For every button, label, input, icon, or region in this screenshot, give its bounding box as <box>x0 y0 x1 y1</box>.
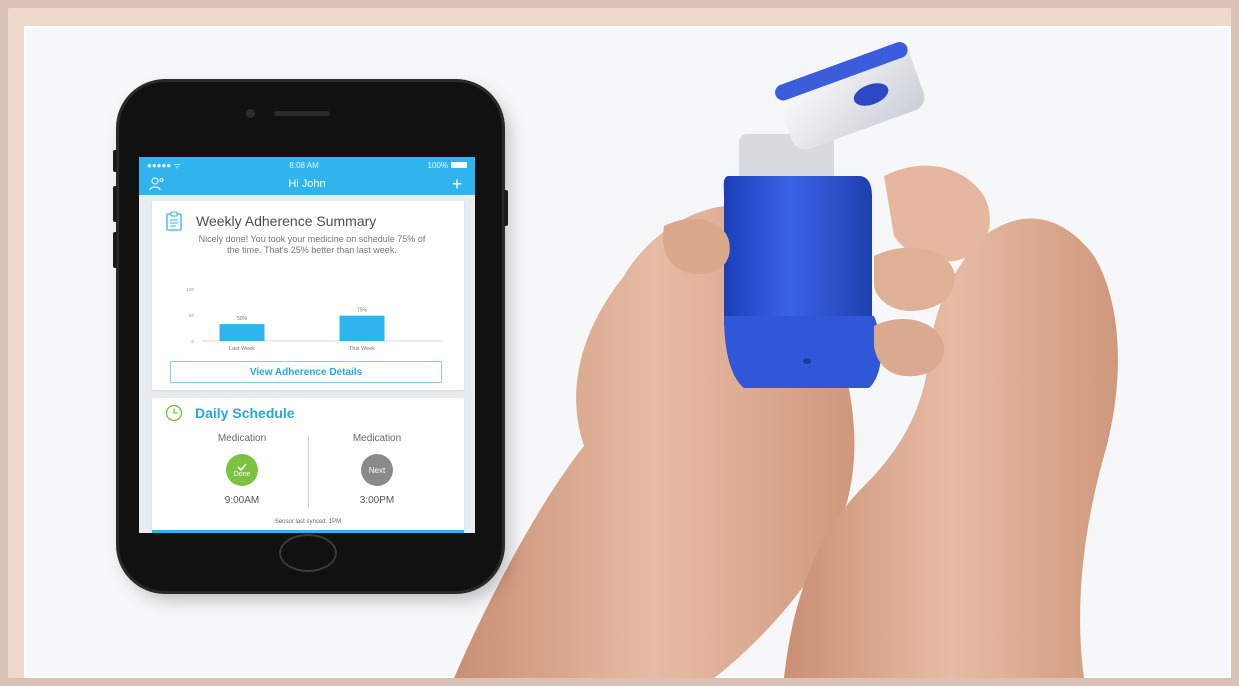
battery-indicator: 100% <box>428 161 467 170</box>
dose-status: Done <box>233 470 251 478</box>
y-tick-label: 50 <box>189 313 195 318</box>
view-adherence-details-button[interactable]: View Adherence Details <box>170 361 442 383</box>
bar <box>219 324 265 341</box>
volume-down-button <box>113 232 117 268</box>
profile-icon[interactable] <box>148 176 166 192</box>
dose-afternoon[interactable]: Medication Next 3:00PM <box>317 433 437 506</box>
front-camera <box>246 109 255 118</box>
app-navbar: Hi John + <box>139 173 475 195</box>
checkmark-icon <box>237 462 247 471</box>
volume-up-button <box>113 186 117 222</box>
sensor-cap <box>775 42 925 150</box>
dose-label: Medication <box>352 433 402 444</box>
clipboard-icon <box>166 211 182 231</box>
dose-time: 9:00AM <box>224 495 260 506</box>
dose-next-indicator: Next <box>361 454 393 486</box>
app-screen: ●●●●● ᯤ 8:08 AM 100% Hi John + Weekly Ad… <box>139 157 475 533</box>
dose-status: Next <box>368 465 386 475</box>
schedule-title: Daily Schedule <box>195 405 295 421</box>
mute-switch <box>113 150 117 172</box>
summary-header: Weekly Adherence Summary <box>166 211 376 231</box>
inhaler-mouthpiece <box>724 316 882 388</box>
bar-data-label: 50% <box>237 316 248 322</box>
right-fingers <box>884 165 990 262</box>
status-time: 8:08 AM <box>289 160 319 170</box>
home-button[interactable] <box>279 534 337 572</box>
summary-title: Weekly Adherence Summary <box>196 213 377 229</box>
bar-data-label: 75% <box>357 308 368 314</box>
add-button[interactable]: + <box>448 174 466 194</box>
inhaler-body <box>723 176 872 326</box>
bottom-action-bar[interactable] <box>152 530 464 533</box>
signal-indicator: ●●●●● ᯤ <box>147 160 181 170</box>
x-tick-label: This Week <box>349 346 375 352</box>
battery-icon <box>450 162 467 169</box>
photo-frame: ●●●●● ᯤ 8:08 AM 100% Hi John + Weekly Ad… <box>8 8 1231 678</box>
smartphone: ●●●●● ᯤ 8:08 AM 100% Hi John + Weekly Ad… <box>113 82 508 591</box>
power-button <box>504 190 508 226</box>
weekly-summary-card: Weekly Adherence Summary Nicely done! Yo… <box>152 201 464 390</box>
x-tick-label: Last Week <box>229 346 255 352</box>
y-tick-label: 0 <box>191 339 194 344</box>
battery-percent: 100% <box>427 160 448 170</box>
dose-morning[interactable]: Medication Done 9:00AM <box>182 433 302 506</box>
y-tick-label: 100 <box>186 287 194 292</box>
schedule-divider <box>308 436 309 508</box>
dose-time: 3:00PM <box>359 495 395 506</box>
sensor-sync-text: Sensor last synced: 1PM <box>274 519 342 525</box>
navbar-title: Hi John <box>288 178 326 190</box>
dose-label: Medication <box>217 433 267 444</box>
dose-done-indicator: Done <box>226 454 258 486</box>
daily-schedule-card: Daily Schedule Medication Done 9:00AM Me… <box>152 398 464 533</box>
adherence-bar-chart: 100 50 0 50% Last Week 75% This Week <box>186 287 442 352</box>
summary-text: Nicely done! You took your medicine on s… <box>198 234 426 255</box>
clock-icon <box>165 404 183 422</box>
bar <box>339 315 385 341</box>
status-bar: ●●●●● ᯤ 8:08 AM 100% <box>139 157 475 173</box>
schedule-header: Daily Schedule <box>165 404 295 422</box>
earpiece-speaker <box>274 111 330 116</box>
photo-canvas: ●●●●● ᯤ 8:08 AM 100% Hi John + Weekly Ad… <box>24 26 1231 678</box>
